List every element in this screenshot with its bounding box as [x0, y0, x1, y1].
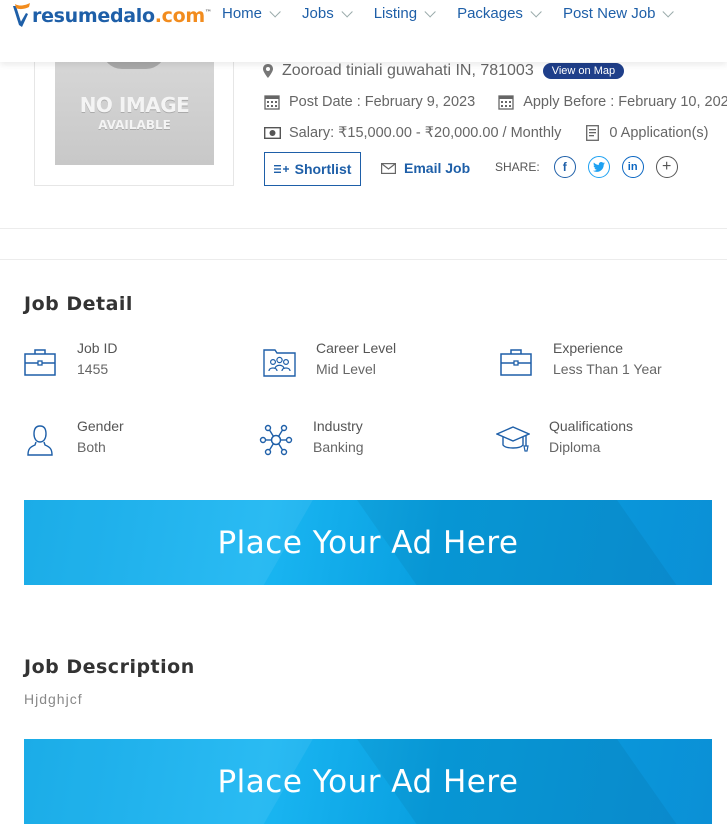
detail-label: Qualifications: [549, 418, 634, 434]
team-icon: [263, 349, 296, 377]
detail-gender: Gender Both: [26, 416, 124, 458]
briefcase-icon: [500, 349, 532, 376]
chevron-down-icon: [662, 5, 675, 18]
email-job-label: Email Job: [404, 160, 471, 176]
document-icon: [586, 125, 600, 141]
nav-item-packages[interactable]: Packages: [457, 5, 542, 22]
nav-item-label: Jobs: [302, 5, 334, 22]
nav-item-label: Packages: [457, 5, 523, 22]
shortlist-button[interactable]: Shortlist: [264, 152, 361, 186]
detail-value: Banking: [313, 439, 364, 455]
job-location-row: Zooroad tiniali guwahati IN, 781003 View…: [263, 62, 625, 80]
view-on-map-button[interactable]: View on Map: [542, 63, 625, 79]
main-menu: Home Jobs Listing Packages Post New Job: [222, 5, 695, 22]
ad-banner[interactable]: Place Your Ad Here: [24, 500, 712, 585]
money-icon: [264, 127, 281, 139]
no-image-placeholder: NO IMAGE AVAILABLE: [55, 49, 214, 165]
detail-value: Mid Level: [316, 361, 376, 377]
chevron-down-icon: [269, 5, 281, 18]
envelope-icon: [381, 162, 396, 174]
logo-tld: .com: [154, 5, 205, 27]
nav-item-home[interactable]: Home: [222, 5, 281, 22]
detail-label: Gender: [77, 418, 124, 434]
salary: Salary: ₹15,000.00 - ₹20,000.00 / Monthl…: [289, 125, 562, 141]
ad-banner-text: Place Your Ad Here: [217, 524, 519, 561]
detail-value: 1455: [77, 361, 109, 377]
twitter-icon[interactable]: [587, 156, 610, 178]
shortlist-label: Shortlist: [294, 161, 352, 177]
site-logo[interactable]: resumedalo.com™: [10, 2, 212, 30]
detail-qualifications: Qualifications Diploma: [496, 416, 633, 458]
graduation-cap-icon: [496, 426, 530, 452]
detail-value: Less Than 1 Year: [553, 361, 662, 377]
logo-tm: ™: [204, 8, 212, 17]
add-list-icon: [273, 165, 289, 173]
detail-value: Both: [77, 439, 106, 455]
detail-career-level: Career Level Mid Level: [263, 338, 396, 380]
nav-item-jobs[interactable]: Jobs: [302, 5, 353, 22]
logo-text: resumedalo.com™: [32, 5, 212, 27]
detail-label: Career Level: [316, 340, 397, 356]
job-salary-row: Salary: ₹15,000.00 - ₹20,000.00 / Monthl…: [264, 125, 709, 141]
detail-value: Diploma: [549, 439, 601, 455]
ad-banner[interactable]: Place Your Ad Here: [24, 739, 712, 824]
map-pin-icon: [263, 64, 273, 78]
detail-experience: Experience Less Than 1 Year: [500, 338, 662, 380]
logo-mark-icon: [13, 3, 30, 27]
detail-industry: Industry Banking: [259, 416, 364, 458]
nav-item-post-new-job[interactable]: Post New Job: [562, 5, 675, 22]
no-image-text: NO IMAGE: [79, 93, 190, 117]
top-navbar: resumedalo.com™ Home Jobs Listing Packag…: [0, 0, 727, 62]
nav-item-label: Post New Job: [562, 5, 656, 22]
calendar-icon: [498, 95, 514, 110]
ad-banner-text: Place Your Ad Here: [217, 763, 519, 800]
logo-name: resumedalo: [32, 5, 155, 27]
available-text: AVAILABLE: [98, 118, 171, 132]
job-dates-row: Post Date : February 9, 2023 Apply Befor…: [264, 94, 727, 110]
email-job-button[interactable]: Email Job: [381, 160, 470, 176]
detail-job-id: Job ID 1455: [24, 338, 117, 380]
job-description-heading: Job Description: [24, 656, 195, 678]
detail-label: Industry: [313, 418, 363, 434]
chevron-down-icon: [530, 5, 542, 18]
chevron-down-icon: [341, 5, 353, 18]
nav-item-label: Listing: [373, 5, 418, 22]
linkedin-icon[interactable]: in: [621, 156, 644, 178]
section-divider: [0, 228, 727, 229]
network-icon: [259, 424, 293, 456]
briefcase-icon: [24, 349, 56, 376]
section-divider: [0, 259, 727, 260]
chevron-down-icon: [424, 5, 436, 18]
job-detail-heading: Job Detail: [24, 293, 133, 315]
detail-label: Experience: [553, 340, 624, 356]
application-count: 0 Application(s): [609, 125, 709, 141]
detail-label: Job ID: [77, 340, 118, 356]
job-description-text: Hjdghjcf: [24, 691, 83, 707]
facebook-icon[interactable]: f: [553, 156, 576, 178]
share-bar: SHARE: f in +: [495, 156, 678, 178]
calendar-icon: [264, 95, 280, 110]
more-share-plus-icon[interactable]: +: [655, 156, 678, 178]
person-icon: [27, 425, 53, 456]
job-location: Zooroad tiniali guwahati IN, 781003: [282, 62, 534, 79]
apply-before-date: Apply Before : February 10, 2023: [523, 94, 727, 110]
share-label: SHARE:: [495, 160, 540, 174]
nav-item-label: Home: [222, 5, 263, 22]
nav-item-listing[interactable]: Listing: [373, 5, 436, 22]
post-date: Post Date : February 9, 2023: [289, 94, 476, 110]
